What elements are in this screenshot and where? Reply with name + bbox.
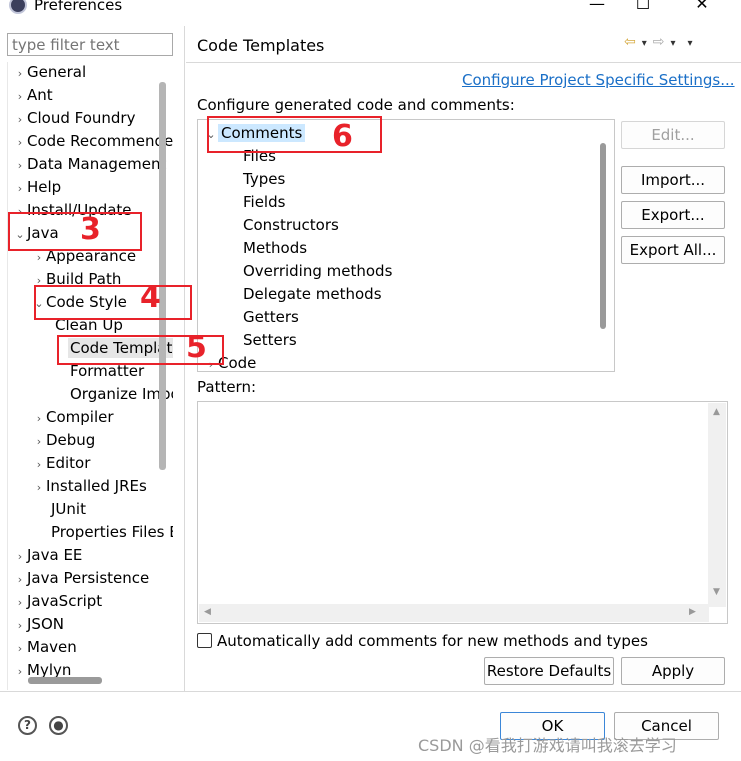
template-overriding-methods[interactable]: Overriding methods [243, 260, 392, 282]
tree-item-debug[interactable]: › Debug [32, 430, 96, 452]
templates-tree: ⌄ Comments Files Types Fields Constructor… [197, 119, 615, 372]
template-setters[interactable]: Setters [243, 329, 297, 351]
chevron-right-icon[interactable]: › [13, 179, 27, 199]
header-divider [186, 62, 741, 63]
tree-item-general[interactable]: › General [13, 62, 86, 84]
tree-item-maven[interactable]: › Maven [13, 637, 77, 659]
view-menu-icon[interactable]: ▾ [688, 38, 693, 49]
maximize-button[interactable]: ☐ [623, 0, 663, 16]
tree-item-help[interactable]: › Help [13, 177, 61, 199]
tree-item-junit[interactable]: JUnit [51, 499, 86, 521]
template-getters[interactable]: Getters [243, 306, 299, 328]
eclipse-app-icon [9, 0, 27, 14]
scroll-right-icon[interactable]: ▶ [689, 607, 696, 617]
annotation-box-6 [207, 116, 382, 153]
tree-item-data-management[interactable]: › Data Management [13, 154, 167, 176]
pattern-horizontal-scrollbar[interactable]: ◀ ▶ [199, 604, 709, 622]
auto-comments-checkbox[interactable] [197, 633, 212, 648]
window-title-bar: Preferences — ☐ ✕ [0, 0, 741, 16]
help-icon[interactable]: ? [18, 716, 37, 735]
tree-item-code-recommenders[interactable]: › Code Recommenders [13, 131, 173, 153]
chevron-right-icon[interactable]: › [13, 87, 27, 107]
export-button[interactable]: Export... [621, 201, 725, 229]
tree-item-ant[interactable]: › Ant [13, 85, 53, 107]
tree-item-compiler[interactable]: › Compiler [32, 407, 114, 429]
configure-project-settings-link[interactable]: Configure Project Specific Settings... [462, 71, 735, 89]
tree-item-organize-imports[interactable]: Organize Imports [70, 384, 173, 406]
templates-scrollbar[interactable] [600, 143, 606, 329]
footer-divider [0, 691, 741, 692]
page-title: Code Templates [197, 36, 325, 55]
tree-item-javascript[interactable]: › JavaScript [13, 591, 102, 613]
chevron-right-icon[interactable]: › [32, 432, 46, 452]
template-types[interactable]: Types [243, 168, 285, 190]
scroll-left-icon[interactable]: ◀ [204, 607, 211, 617]
auto-comments-label: Automatically add comments for new metho… [217, 632, 648, 650]
back-arrow-icon[interactable]: ⇦ [624, 34, 636, 50]
tree-item-installed-jres[interactable]: › Installed JREs [32, 476, 147, 498]
scroll-up-icon[interactable]: ▲ [713, 407, 720, 417]
template-fields[interactable]: Fields [243, 191, 285, 213]
scroll-down-icon[interactable]: ▼ [713, 587, 720, 597]
chevron-right-icon[interactable]: › [32, 248, 46, 268]
minimize-button[interactable]: — [577, 0, 617, 16]
import-export-icon[interactable]: ● [49, 716, 68, 735]
sidebar-vertical-scrollbar[interactable] [159, 82, 166, 470]
chevron-right-icon[interactable]: › [32, 409, 46, 429]
tree-item-properties-files-editor[interactable]: Properties Files Editor [51, 522, 173, 544]
chevron-right-icon[interactable]: › [13, 64, 27, 84]
forward-arrow-icon[interactable]: ⇨ [653, 34, 665, 50]
chevron-right-icon[interactable]: › [13, 547, 27, 567]
annotation-box-4 [34, 285, 192, 320]
apply-button[interactable]: Apply [621, 657, 725, 685]
export-all-button[interactable]: Export All... [621, 236, 725, 264]
back-menu-icon[interactable]: ▾ [642, 38, 647, 49]
close-button[interactable]: ✕ [682, 0, 722, 16]
auto-comments-option[interactable]: Automatically add comments for new metho… [197, 632, 648, 650]
pattern-vertical-scrollbar[interactable]: ▲ ▼ [708, 403, 726, 607]
annotation-number-5: 5 [186, 330, 207, 365]
filter-input[interactable] [7, 33, 173, 56]
chevron-right-icon[interactable]: › [13, 593, 27, 613]
chevron-right-icon[interactable]: › [13, 662, 27, 682]
edit-button[interactable]: Edit... [621, 121, 725, 149]
tree-item-java-persistence[interactable]: › Java Persistence [13, 568, 149, 590]
template-constructors[interactable]: Constructors [243, 214, 339, 236]
tree-item-json[interactable]: › JSON [13, 614, 64, 636]
csdn-watermark: CSDN @看我打游戏请叫我滚去学习 [418, 736, 677, 755]
chevron-right-icon[interactable]: › [32, 478, 46, 498]
forward-menu-icon[interactable]: ▾ [671, 38, 676, 49]
chevron-right-icon[interactable]: › [32, 455, 46, 475]
tree-item-editor[interactable]: › Editor [32, 453, 91, 475]
chevron-right-icon[interactable]: › [13, 570, 27, 590]
tree-item-java-ee[interactable]: › Java EE [13, 545, 83, 567]
sidebar-horizontal-scrollbar[interactable] [28, 677, 102, 684]
restore-defaults-button[interactable]: Restore Defaults [484, 657, 614, 685]
annotation-number-6: 6 [332, 119, 353, 154]
chevron-right-icon[interactable]: › [13, 156, 27, 176]
preferences-tree: › General › Ant › Cloud Foundry › Code Recom… [7, 62, 173, 690]
annotation-number-3: 3 [80, 212, 101, 247]
annotation-number-4: 4 [140, 280, 161, 315]
template-delegate-methods[interactable]: Delegate methods [243, 283, 382, 305]
chevron-right-icon[interactable]: › [13, 133, 27, 153]
templates-description: Configure generated code and comments: [197, 96, 515, 114]
window-title: Preferences [34, 0, 123, 14]
page-navigation: ⇦ ▾ ⇨ ▾ ▾ [624, 34, 699, 50]
chevron-right-icon[interactable]: › [13, 110, 27, 130]
pattern-editor[interactable]: ▲ ▼ ◀ ▶ [197, 401, 728, 624]
import-button[interactable]: Import... [621, 166, 725, 194]
tree-item-cloud-foundry[interactable]: › Cloud Foundry [13, 108, 136, 130]
pattern-label: Pattern: [197, 378, 257, 396]
template-methods[interactable]: Methods [243, 237, 307, 259]
chevron-right-icon[interactable]: › [13, 616, 27, 636]
annotation-box-3 [8, 212, 142, 251]
chevron-right-icon[interactable]: › [13, 639, 27, 659]
